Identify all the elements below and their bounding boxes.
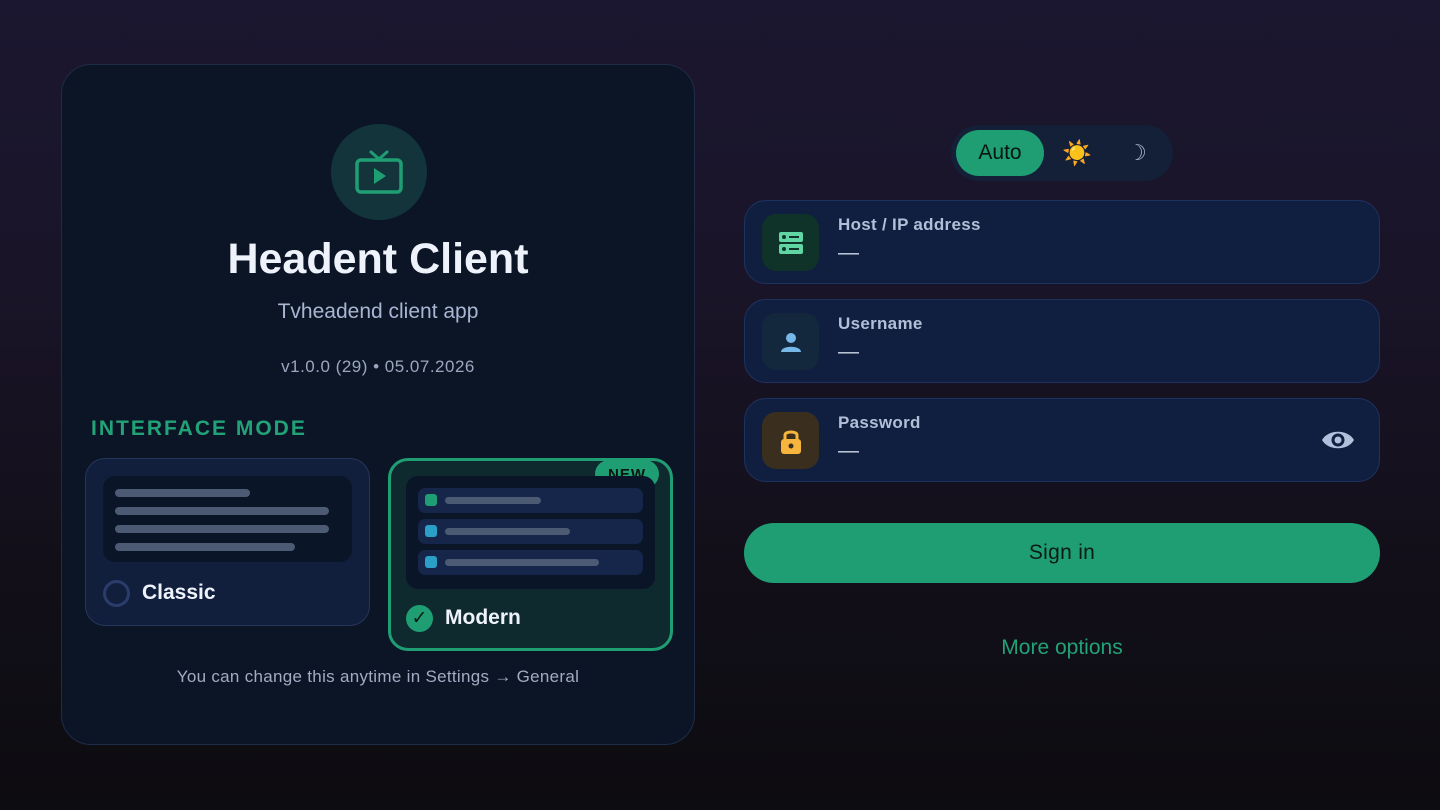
eye-icon[interactable] xyxy=(1321,425,1355,455)
welcome-card: Headent Client Tvheadend client app v1.0… xyxy=(61,64,695,745)
sun-icon[interactable]: ☀️ xyxy=(1049,130,1105,176)
theme-auto-button[interactable]: Auto xyxy=(956,130,1044,176)
mode-option-modern[interactable]: NEW ✓ Modern xyxy=(388,458,673,651)
app-title: Headent Client xyxy=(227,235,529,283)
modern-label: Modern xyxy=(445,606,521,629)
username-label: Username xyxy=(838,314,923,333)
host-field[interactable]: Host / IP address — xyxy=(744,200,1380,284)
username-field[interactable]: Username — xyxy=(744,299,1380,383)
classic-label: Classic xyxy=(142,581,216,604)
password-field[interactable]: Password — xyxy=(744,398,1380,482)
person-icon xyxy=(762,313,819,370)
more-options-link[interactable]: More options xyxy=(744,636,1380,660)
classic-radio[interactable] xyxy=(103,580,130,607)
settings-hint: You can change this anytime in Settings … xyxy=(176,667,580,686)
app-subtitle: Tvheadend client app xyxy=(277,300,479,323)
host-input[interactable]: — xyxy=(838,241,859,265)
app-version: v1.0.0 (29) • 05.07.2026 xyxy=(281,357,475,376)
modern-radio-checked[interactable]: ✓ xyxy=(406,605,433,632)
password-label: Password xyxy=(838,413,921,432)
sign-in-button[interactable]: Sign in xyxy=(744,523,1380,583)
server-icon xyxy=(762,214,819,271)
classic-preview xyxy=(103,476,352,562)
theme-toggle: Auto ☀️ ☽ xyxy=(951,125,1173,181)
username-input[interactable]: — xyxy=(838,340,859,364)
password-input[interactable]: — xyxy=(838,439,859,463)
moon-icon[interactable]: ☽ xyxy=(1109,130,1165,176)
interface-mode-heading: INTERFACE MODE xyxy=(91,417,307,440)
modern-preview xyxy=(406,476,655,589)
tv-play-icon xyxy=(331,124,427,220)
host-label: Host / IP address xyxy=(838,215,981,234)
mode-option-classic[interactable]: Classic xyxy=(85,458,370,626)
lock-icon xyxy=(762,412,819,469)
